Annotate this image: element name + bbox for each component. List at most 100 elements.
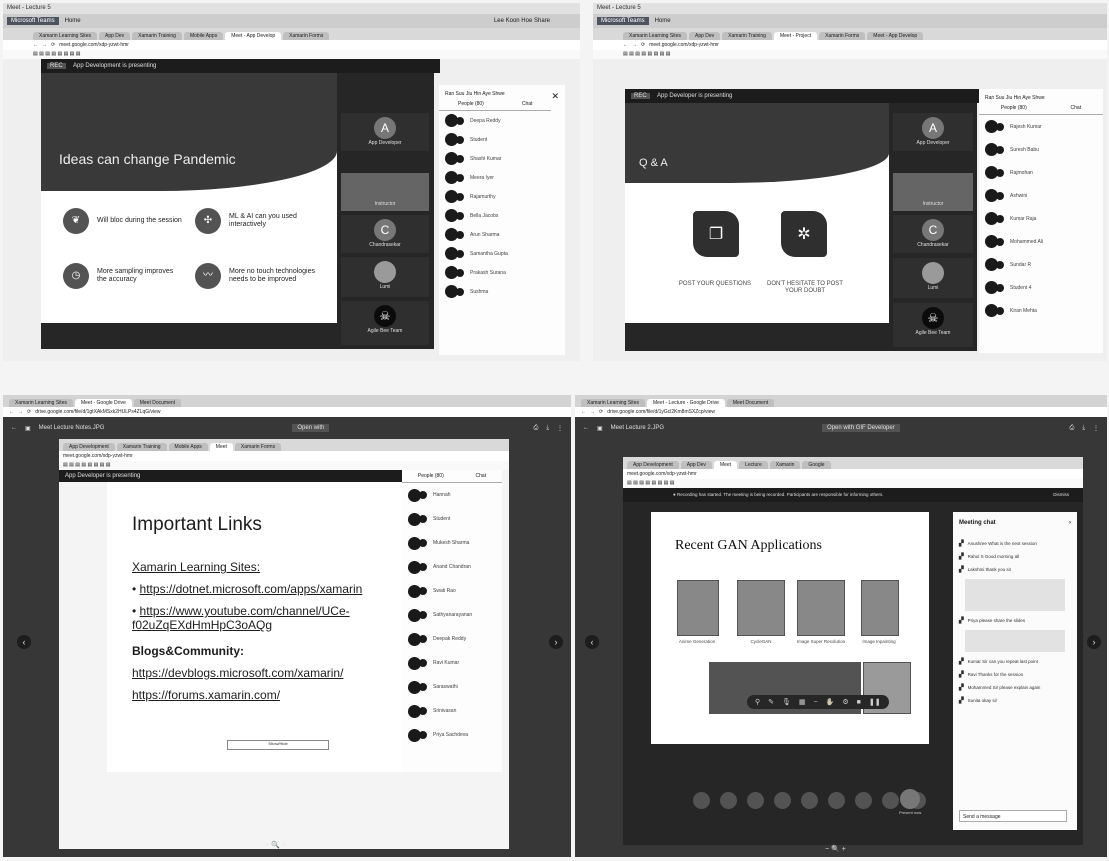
browser-tab[interactable]: Xamarin Training xyxy=(132,32,182,40)
browser-tab[interactable]: Xamarin Learning Sites xyxy=(581,399,645,407)
participant-row[interactable]: Srinivasan xyxy=(402,699,502,723)
url-text[interactable]: meet.google.com/xdp-yzwt-hmr xyxy=(649,42,719,48)
participant-tile[interactable]: ☠ Agile Bee Team xyxy=(893,303,973,347)
browser-tab-active[interactable]: Meet xyxy=(713,461,738,469)
browser-tab[interactable]: App Development xyxy=(627,461,679,469)
inner-address-bar[interactable]: meet.google.com/xdp-yzwt-hmr xyxy=(623,469,1083,479)
browser-tab[interactable]: Meet Document xyxy=(133,399,182,407)
browser-tab[interactable]: Xamarin Forms xyxy=(234,443,282,451)
participant-row[interactable]: Bella Jacobs xyxy=(439,206,565,225)
participant-row[interactable]: Kiran Mehta xyxy=(979,299,1103,322)
browser-tab[interactable]: Xamarin xyxy=(769,461,801,469)
more-icon[interactable]: ⋮ xyxy=(1093,425,1099,432)
tab-chat[interactable]: Chat xyxy=(522,101,533,107)
participant-row[interactable]: Suresh Babu xyxy=(979,138,1103,161)
taskbar-right[interactable]: Lee Koon Hoe Share xyxy=(494,18,550,24)
participant-row[interactable]: Deepak Reddy xyxy=(402,627,502,651)
participant-row[interactable]: Sathyanarayanan xyxy=(402,603,502,627)
tab-chat[interactable]: Chat xyxy=(476,473,487,479)
browser-tab[interactable]: Mobile Apps xyxy=(183,32,224,40)
open-with-button[interactable]: Open with GIF Developer xyxy=(822,424,900,432)
address-bar[interactable]: ← → ⟳ meet.google.com/xdp-yzwt-hmr xyxy=(3,40,580,50)
chat-input[interactable]: Send a message xyxy=(959,810,1067,822)
inner-address-bar[interactable]: meet.google.com/xdp-yzwt-hmr xyxy=(59,451,509,461)
browser-tab[interactable]: Xamarin Training xyxy=(116,443,167,451)
participant-tile[interactable]: A App Developer xyxy=(341,113,429,151)
reload-icon[interactable]: ⟳ xyxy=(27,409,31,415)
minus-icon[interactable]: − xyxy=(814,699,818,706)
forward-arrow-icon[interactable]: → xyxy=(632,42,637,48)
participant-tile[interactable]: A App Developer xyxy=(893,113,973,151)
address-bar[interactable]: ← → ⟳ drive.google.com/file/d/1yGcl2Km8m… xyxy=(575,407,1107,417)
browser-tab[interactable]: Xamarin Training xyxy=(722,32,772,40)
control-button[interactable] xyxy=(828,792,845,809)
pointer-icon[interactable]: ⚲ xyxy=(755,698,760,706)
browser-tab[interactable]: Xamarin Forms xyxy=(283,32,330,40)
print-icon[interactable]: ⎙ xyxy=(1070,425,1075,432)
next-arrow-icon[interactable]: › xyxy=(1087,635,1101,649)
participant-row[interactable]: Prakash Surana xyxy=(439,263,565,282)
participant-row[interactable]: Swati Rao xyxy=(402,579,502,603)
back-arrow-icon[interactable]: ← xyxy=(11,425,17,431)
link-item[interactable]: https://forums.xamarin.com/ xyxy=(132,688,280,702)
link-item[interactable]: https://devblogs.microsoft.com/xamarin/ xyxy=(132,666,343,680)
zoom-controls[interactable]: − 🔍 + xyxy=(265,841,286,849)
browser-tab[interactable]: Meet - App Develop xyxy=(867,32,924,40)
pause-icon[interactable]: ❚❚ xyxy=(869,698,881,706)
browser-tab[interactable]: Xamarin Learning Sites xyxy=(33,32,97,40)
control-button[interactable] xyxy=(720,792,737,809)
taskbar-app[interactable]: Microsoft Teams xyxy=(597,17,649,25)
forward-arrow-icon[interactable]: → xyxy=(590,409,595,415)
tab-chat[interactable]: Chat xyxy=(1071,105,1082,111)
address-bar[interactable]: ← → ⟳ drive.google.com/file/d/1gtXAkMSxk… xyxy=(3,407,571,417)
link-text[interactable]: https://dotnet.microsoft.com/apps/xamari… xyxy=(140,582,363,596)
browser-tab-active[interactable]: Meet - Google Drive xyxy=(74,399,132,407)
browser-tab[interactable]: Meet Document xyxy=(726,399,775,407)
participant-row[interactable]: Rajmohan xyxy=(979,161,1103,184)
participant-row[interactable]: Rajamurthy xyxy=(439,187,565,206)
next-arrow-icon[interactable]: › xyxy=(549,635,563,649)
url-text[interactable]: meet.google.com/xdp-yzwt-hmr xyxy=(63,453,133,459)
grid-icon[interactable]: ▦ xyxy=(799,698,806,706)
slide-controls[interactable]: Show/Hide xyxy=(227,740,329,750)
back-arrow-icon[interactable]: ← xyxy=(33,42,38,48)
participant-tile[interactable]: Lumi xyxy=(341,257,429,297)
mic-icon[interactable]: 🎙 xyxy=(782,698,791,706)
browser-tab[interactable]: Xamarin Learning Sites xyxy=(623,32,687,40)
previous-arrow-icon[interactable]: ‹ xyxy=(585,635,599,649)
previous-arrow-icon[interactable]: ‹ xyxy=(17,635,31,649)
pen-icon[interactable]: ✎ xyxy=(768,698,774,706)
tab-people[interactable]: People (80) xyxy=(458,101,484,107)
participant-tile[interactable]: Instructor xyxy=(341,173,429,211)
url-text[interactable]: drive.google.com/file/d/1gtXAkMSxk2HULPs… xyxy=(35,409,160,415)
participant-tile[interactable]: Lumi xyxy=(893,258,973,298)
participant-row[interactable]: Student 4 xyxy=(979,276,1103,299)
tab-people[interactable]: People (80) xyxy=(418,473,444,479)
participant-row[interactable]: Meera Iyer xyxy=(439,168,565,187)
participant-row[interactable]: Saraswathi xyxy=(402,675,502,699)
browser-tab[interactable]: App Dev xyxy=(680,461,712,469)
reload-icon[interactable]: ⟳ xyxy=(51,42,55,48)
participant-row[interactable]: Mukesh Sharma xyxy=(402,531,502,555)
url-text[interactable]: meet.google.com/xdp-yzwt-hmr xyxy=(59,42,129,48)
back-arrow-icon[interactable]: ← xyxy=(623,42,628,48)
browser-tab[interactable]: App Development xyxy=(63,443,115,451)
forward-arrow-icon[interactable]: → xyxy=(42,42,47,48)
participant-row[interactable]: Student xyxy=(439,130,565,149)
download-icon[interactable]: ⤓ xyxy=(1082,425,1085,432)
participant-row[interactable]: Priya Sachdeva xyxy=(402,723,502,747)
participant-row[interactable]: Mohammed Ali xyxy=(979,230,1103,253)
participant-row[interactable]: Samantha Gupta xyxy=(439,244,565,263)
control-button[interactable] xyxy=(801,792,818,809)
participant-tile[interactable]: C Chandrasekar xyxy=(341,215,429,253)
participant-row[interactable]: Rajesh Kumar xyxy=(979,115,1103,138)
browser-tab[interactable]: Google xyxy=(802,461,831,469)
participant-row[interactable]: Ravi Kumar xyxy=(402,651,502,675)
browser-tab[interactable]: Lecture xyxy=(739,461,768,469)
browser-tab-active[interactable]: Meet xyxy=(209,443,233,451)
close-icon[interactable]: ✕ xyxy=(551,91,559,102)
link-text[interactable]: https://www.youtube.com/channel/UCe-f02u… xyxy=(132,604,350,632)
close-icon[interactable]: › xyxy=(1069,520,1071,526)
open-with-button[interactable]: Open with xyxy=(292,424,330,432)
hand-icon[interactable]: ✋ xyxy=(826,698,835,706)
